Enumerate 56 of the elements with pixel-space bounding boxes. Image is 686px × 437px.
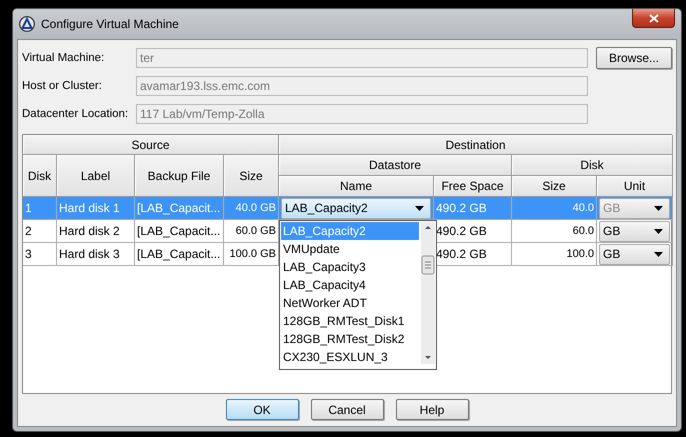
- close-button[interactable]: [632, 9, 675, 28]
- window-title: Configure Virtual Machine: [41, 17, 180, 31]
- table-cell: Hard disk 2: [57, 220, 135, 243]
- browse-button[interactable]: Browse...: [596, 47, 672, 69]
- caret-icon: [415, 206, 424, 210]
- scrollbar[interactable]: [421, 222, 435, 364]
- column-header: Size: [512, 176, 597, 197]
- text-field[interactable]: 117 Lab/vm/Temp-Zolla: [136, 104, 588, 124]
- text-field[interactable]: ter: [136, 48, 588, 68]
- dropdown-option[interactable]: VMUpdate: [281, 240, 419, 258]
- column-header: Name: [279, 176, 434, 197]
- dropdown-option[interactable]: CX230_ESXLUN_3: [281, 348, 419, 366]
- field-label: Virtual Machine:: [22, 52, 106, 64]
- column-header: Size: [224, 155, 279, 197]
- close-icon: [648, 14, 658, 22]
- dialog-button[interactable]: OK: [226, 399, 298, 420]
- table-cell: [LAB_Capacit...: [135, 197, 224, 220]
- column-header: Label: [57, 155, 135, 197]
- caret-icon: [654, 206, 663, 210]
- dialog-button[interactable]: Help: [396, 399, 468, 420]
- table-cell: 490.2 GB: [434, 197, 512, 220]
- table-cell: 40.0 GB: [224, 197, 279, 220]
- column-group-header: Destination: [279, 135, 673, 155]
- unit-dropdown[interactable]: GB: [599, 244, 670, 264]
- table-cell: 100.0: [512, 243, 597, 266]
- dialog-button[interactable]: Cancel: [310, 399, 384, 420]
- table-cell: Hard disk 1: [57, 197, 135, 220]
- app-logo-icon: [19, 16, 35, 32]
- dropdown-option[interactable]: LAB_Capacity4: [281, 276, 419, 294]
- text-field[interactable]: avamar193.lss.emc.com: [136, 76, 588, 96]
- caret-icon: [654, 252, 663, 256]
- dropdown-option[interactable]: 128GB_RMTest_Disk1: [281, 312, 419, 330]
- table-cell: 1: [23, 197, 57, 220]
- caret-icon: [654, 228, 663, 234]
- column-header: Unit: [597, 176, 673, 197]
- dropdown-option[interactable]: LAB_Capacity3: [281, 258, 419, 276]
- column-header: Disk: [23, 155, 57, 197]
- column-header: Free Space: [434, 176, 512, 197]
- datastore-dropdown[interactable]: LAB_Capacity2: [281, 198, 431, 218]
- unit-dropdown[interactable]: GB: [599, 220, 670, 242]
- column-group-header: Disk: [512, 155, 673, 176]
- field-label: Datacenter Location:: [22, 108, 130, 120]
- column-group-header: Source: [23, 135, 279, 155]
- table-cell: 2: [23, 220, 57, 243]
- table-cell: Hard disk 3: [57, 243, 135, 266]
- table-cell: 3: [23, 243, 57, 266]
- table-cell: 60.0: [512, 220, 597, 243]
- table-cell: 40.0: [512, 197, 597, 220]
- dropdown-option[interactable]: NetWorker ADT: [281, 294, 419, 312]
- column-header: Backup File: [135, 155, 224, 197]
- table-cell: [LAB_Capacit...: [135, 220, 224, 243]
- field-label: Host or Cluster:: [22, 80, 103, 92]
- dropdown-option[interactable]: 128GB_RMTest_Disk2: [281, 330, 419, 348]
- table-cell: [LAB_Capacit...: [135, 243, 224, 266]
- column-group-header: Datastore: [279, 155, 512, 176]
- table-row[interactable]: 1 Hard disk 1 [LAB_Capacit... 40.0 GB LAB_Capacity2 490.2 GB 40.0 GB: [23, 197, 671, 220]
